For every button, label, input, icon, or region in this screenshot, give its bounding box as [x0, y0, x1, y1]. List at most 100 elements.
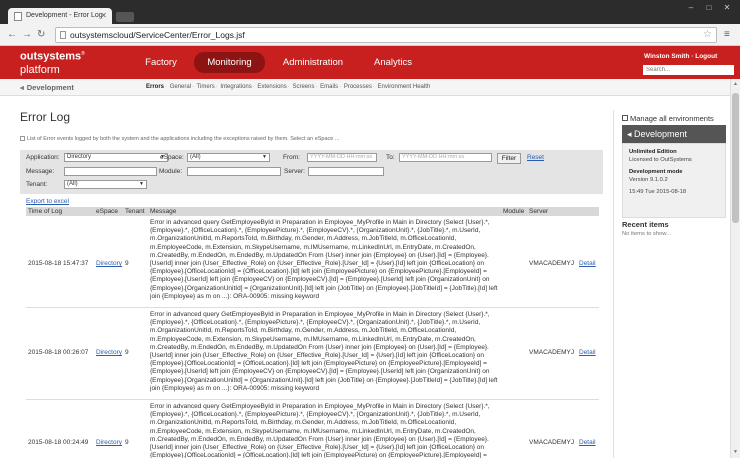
nav-administration[interactable]: Administration [271, 52, 355, 73]
browser-titlebar: Development - Error Log ✕ – □ ✕ [0, 0, 740, 24]
row-time: 2015-08-18 00:26:07 [28, 349, 89, 356]
bookmark-star-icon[interactable]: ☆ [703, 29, 712, 40]
column-tenant[interactable]: Tenant [125, 208, 145, 215]
to-label: To: [386, 154, 395, 161]
sub-header: ◂ Development Errors· General· Timers· In… [0, 79, 740, 96]
browser-tab[interactable]: Development - Error Log ✕ [8, 8, 112, 24]
subnav-screens[interactable]: Screens [292, 84, 314, 90]
monitoring-subnav: Errors· General· Timers· Integrations· E… [146, 84, 431, 90]
row-tenant: 9 [125, 439, 129, 446]
back-icon[interactable]: ← [7, 29, 17, 41]
recent-items-empty: No items to show... [622, 231, 671, 237]
row-tenant: 9 [125, 349, 129, 356]
tenant-select[interactable]: (All) ▼ [64, 180, 147, 189]
table-row: 2015-08-18 00:24:49 Directory 9 Error in… [26, 402, 599, 458]
environments-icon [622, 115, 628, 121]
chrome-menu-icon[interactable]: ≡ [724, 29, 730, 40]
forward-icon[interactable]: → [22, 29, 32, 41]
row-server: VMACADEMYJ [529, 349, 575, 356]
module-input[interactable] [187, 167, 281, 176]
nav-monitoring[interactable]: Monitoring [194, 52, 265, 73]
reset-link[interactable]: Reset [527, 154, 544, 161]
scrollbar-thumb[interactable] [732, 93, 739, 223]
subnav-environment-health[interactable]: Environment Health [378, 84, 431, 90]
subnav-timers[interactable]: Timers [197, 84, 215, 90]
row-detail-link[interactable]: Detail [579, 349, 596, 356]
subnav-integrations[interactable]: Integrations [220, 84, 251, 90]
url-text: outsystemscloud/ServiceCenter/Error_Logs… [70, 30, 245, 40]
scroll-down-icon[interactable]: ▼ [732, 449, 739, 455]
subnav-errors[interactable]: Errors [146, 84, 164, 90]
from-date-input[interactable]: YYYY-MM-DD HH:mm:ss [307, 153, 377, 162]
environment-header[interactable]: ◂ Development [622, 125, 726, 143]
tenant-label: Tenant: [26, 181, 48, 188]
user-area: Winston Smith · Logout [644, 53, 718, 60]
espace-select[interactable]: (All) ▼ [187, 153, 270, 162]
message-input[interactable] [64, 167, 157, 176]
nav-factory[interactable]: Factory [131, 52, 191, 73]
application-select[interactable]: Directory ▼ [64, 153, 168, 162]
tab-title: Development - Error Log [26, 12, 103, 19]
new-tab-button[interactable] [116, 12, 134, 22]
page-icon [14, 12, 22, 21]
export-to-excel-link[interactable]: Export to excel [26, 198, 69, 205]
environment-sidebar: Manage all environments ◂ Development Un… [613, 110, 726, 458]
header-search-input[interactable] [643, 65, 734, 75]
row-time: 2015-08-18 15:47:37 [28, 260, 89, 267]
environment-info: Unlimited Edition Licensed to OutSystems… [622, 143, 726, 218]
subnav-general[interactable]: General [170, 84, 191, 90]
page-scrollbar[interactable]: ▲ ▼ [730, 79, 740, 458]
module-label: Module: [159, 168, 183, 175]
reload-icon[interactable]: ↻ [37, 29, 45, 41]
table-row: 2015-08-18 15:47:37 Directory 9 Error in… [26, 218, 599, 308]
close-window-button[interactable]: ✕ [720, 3, 734, 13]
nav-analytics[interactable]: Analytics [363, 52, 423, 73]
scroll-up-icon[interactable]: ▲ [732, 81, 739, 87]
application-label: Application: [26, 154, 60, 161]
row-tenant: 9 [125, 260, 129, 267]
filter-panel: Application: Directory ▼ eSpace: (All) ▼ F… [20, 150, 603, 194]
row-espace-link[interactable]: Directory [96, 439, 122, 446]
espace-label: eSpace: [160, 154, 184, 161]
to-date-input[interactable]: YYYY-MM-DD HH:mm:ss [399, 153, 492, 162]
row-message: Error in advanced query GetEmployeeById … [150, 403, 490, 458]
close-tab-icon[interactable]: ✕ [100, 11, 107, 20]
page-info-icon[interactable] [60, 31, 66, 39]
subnav-processes[interactable]: Processes [344, 84, 372, 90]
filter-button[interactable]: Filter [497, 153, 521, 164]
server-input[interactable] [308, 167, 384, 176]
app-header: outsystems® platform Factory Monitoring … [0, 46, 740, 79]
environment-icon: ◂ [20, 83, 24, 92]
column-espace[interactable]: eSpace [96, 208, 118, 215]
expand-icon[interactable] [20, 136, 25, 141]
column-time[interactable]: Time of Log [28, 208, 62, 215]
dropdown-arrow-icon: ▼ [139, 181, 144, 187]
outsystems-logo[interactable]: outsystems® platform [20, 48, 85, 77]
row-server: VMACADEMYJ [529, 439, 575, 446]
row-detail-link[interactable]: Detail [579, 260, 596, 267]
from-label: From: [283, 154, 300, 161]
row-message: Error in advanced query GetEmployeeById … [150, 219, 498, 300]
dropdown-arrow-icon: ▼ [262, 154, 267, 160]
table-row: 2015-08-18 00:26:07 Directory 9 Error in… [26, 310, 599, 400]
minimize-button[interactable]: – [684, 3, 698, 13]
manage-environments-link[interactable]: Manage all environments [622, 114, 714, 123]
row-detail-link[interactable]: Detail [579, 439, 596, 446]
table-header: Time of Log eSpace Tenant Message Module… [26, 207, 599, 216]
server-label: Server: [284, 168, 305, 175]
maximize-button[interactable]: □ [702, 3, 716, 13]
logout-link[interactable]: Logout [695, 53, 717, 60]
address-bar[interactable]: outsystemscloud/ServiceCenter/Error_Logs… [55, 27, 717, 43]
row-time: 2015-08-18 00:24:49 [28, 439, 89, 446]
subnav-extensions[interactable]: Extensions [257, 84, 286, 90]
user-name-link[interactable]: Winston Smith [644, 53, 689, 60]
subnav-emails[interactable]: Emails [320, 84, 338, 90]
column-message[interactable]: Message [150, 208, 176, 215]
column-module[interactable]: Module [503, 208, 524, 215]
message-label: Message: [26, 168, 55, 175]
row-server: VMACADEMYJ [529, 260, 575, 267]
row-espace-link[interactable]: Directory [96, 260, 122, 267]
page-description: List of Error events logged by both the … [20, 136, 339, 142]
row-espace-link[interactable]: Directory [96, 349, 122, 356]
column-server[interactable]: Server [529, 208, 548, 215]
